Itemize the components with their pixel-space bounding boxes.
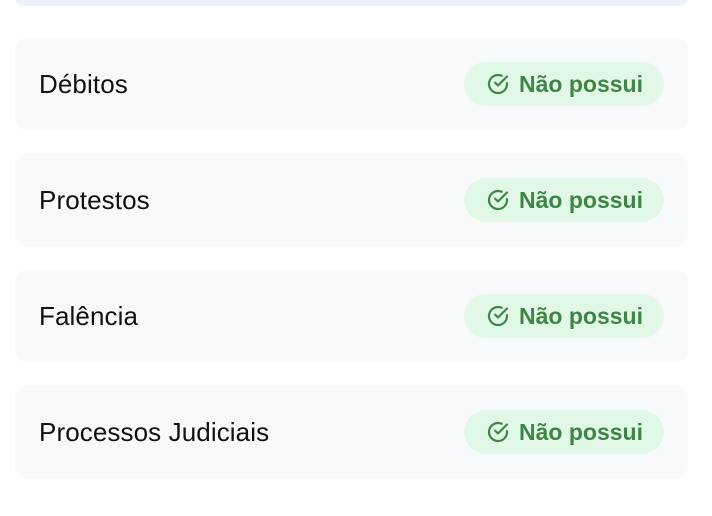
status-badge: Não possui [464, 62, 664, 106]
row-label: Protestos [39, 184, 150, 215]
previous-card-edge [15, 0, 688, 6]
row-label: Falência [39, 300, 139, 331]
check-circle-icon [486, 420, 510, 444]
status-badge: Não possui [464, 178, 664, 222]
row-label: Processos Judiciais [39, 416, 270, 447]
status-badge: Não possui [464, 294, 664, 338]
status-text: Não possui [519, 70, 643, 97]
status-badge: Não possui [464, 410, 664, 454]
status-list: Débitos Não possui Protestos Não possui … [15, 38, 688, 502]
status-row-debitos: Débitos Não possui [15, 38, 688, 130]
row-label: Débitos [39, 68, 128, 99]
status-row-protestos: Protestos Não possui [15, 154, 688, 246]
status-row-processos-judiciais: Processos Judiciais Não possui [15, 386, 688, 478]
check-circle-icon [486, 188, 510, 212]
page: Débitos Não possui Protestos Não possui … [0, 0, 712, 516]
status-text: Não possui [519, 302, 643, 329]
check-circle-icon [486, 304, 510, 328]
status-row-falencia: Falência Não possui [15, 270, 688, 362]
status-text: Não possui [519, 418, 643, 445]
status-text: Não possui [519, 186, 643, 213]
check-circle-icon [486, 72, 510, 96]
